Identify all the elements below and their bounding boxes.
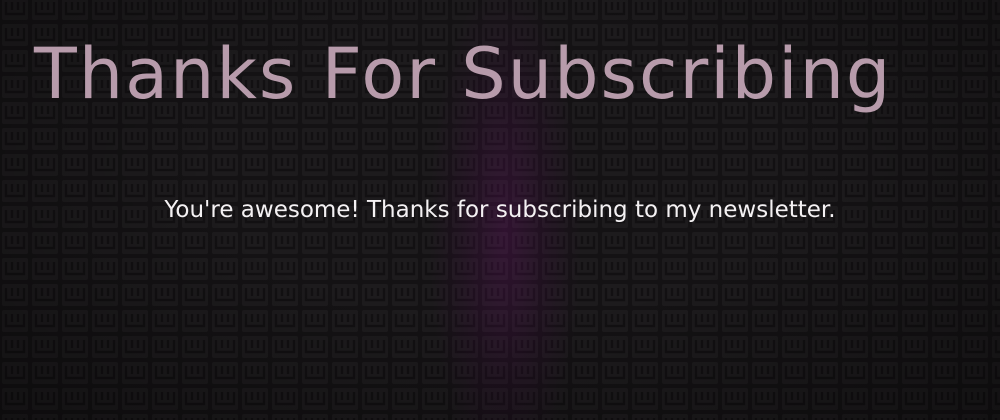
page-title: Thanks For Subscribing [34,33,893,115]
page-root: Thanks For Subscribing You're awesome! T… [0,0,1000,420]
thank-you-message: You're awesome! Thanks for subscribing t… [164,197,836,223]
